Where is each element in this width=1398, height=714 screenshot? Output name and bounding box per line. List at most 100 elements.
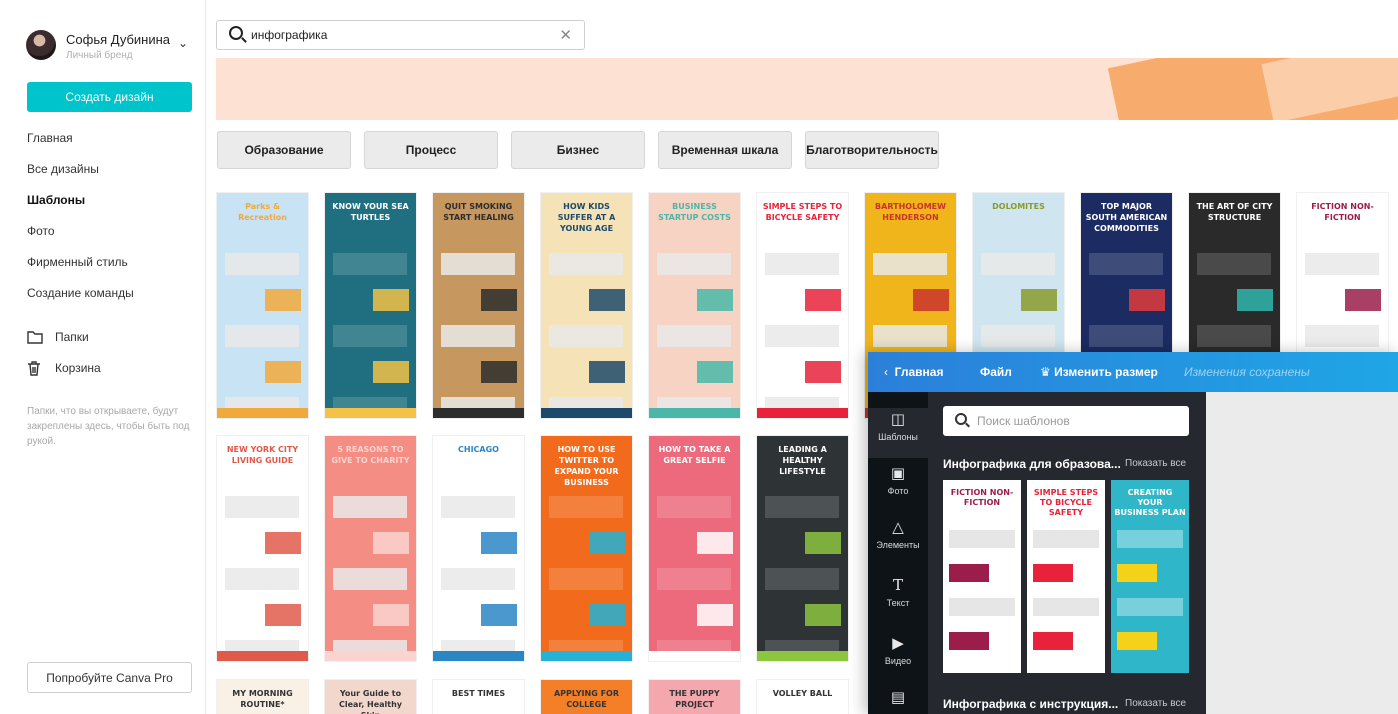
- template-card[interactable]: Parks & Recreation: [217, 193, 308, 418]
- template-search-input[interactable]: Поиск шаблонов: [943, 406, 1189, 436]
- chevron-down-icon[interactable]: ⌄: [178, 36, 188, 50]
- template-card-graphic: [913, 289, 949, 311]
- template-card-graphic: [697, 532, 733, 554]
- template-card[interactable]: 5 REASONS TO GIVE TO CHARITY: [325, 436, 416, 661]
- folder-icon: [27, 330, 45, 347]
- rail-more[interactable]: ▤: [868, 688, 928, 710]
- template-thumbnail-graphic: [1117, 564, 1157, 582]
- template-card-graphic: [373, 289, 409, 311]
- folders-list: Папки Корзина: [27, 330, 101, 392]
- template-card-title: HOW TO TAKE A GREAT SELFIE: [658, 445, 731, 465]
- sidebar-item-trash[interactable]: Корзина: [27, 361, 101, 392]
- template-card-footer: [541, 408, 632, 418]
- chip-timeline[interactable]: Временная шкала: [658, 131, 792, 169]
- template-card[interactable]: BUSINESS STARTUP COSTS: [649, 193, 740, 418]
- templates-icon: ◫: [890, 411, 906, 428]
- rail-text[interactable]: T Текст: [868, 576, 928, 608]
- editor-canvas[interactable]: [1206, 392, 1398, 714]
- template-card[interactable]: Your Guide to Clear, Healthy Skin: [325, 680, 416, 714]
- show-all-instructions-link[interactable]: Показать все: [1125, 698, 1186, 709]
- template-card[interactable]: THE PUPPY PROJECT: [649, 680, 740, 714]
- resize-button[interactable]: ♛ Изменить размер: [1040, 365, 1158, 379]
- template-card-graphic: [549, 568, 623, 590]
- sidebar-item-home[interactable]: Главная: [27, 128, 134, 159]
- section-title-instructions: Инфографика с инструкция...: [943, 697, 1119, 711]
- template-thumbnail-graphic: [1117, 530, 1183, 548]
- sidebar-item-brand-kit[interactable]: Фирменный стиль: [27, 252, 134, 283]
- template-card-graphic: [225, 253, 299, 275]
- template-thumbnail-graphic: [949, 632, 989, 650]
- template-card[interactable]: NEW YORK CITY LIVING GUIDE: [217, 436, 308, 661]
- search-icon: [955, 413, 967, 425]
- template-thumbnail[interactable]: FICTION NON-FICTION: [943, 480, 1021, 673]
- template-card[interactable]: HOW TO TAKE A GREAT SELFIE: [649, 436, 740, 661]
- section-title-education: Инфографика для образова...: [943, 457, 1121, 471]
- template-card-graphic: [1129, 289, 1165, 311]
- template-card[interactable]: HOW KIDS SUFFER AT A YOUNG AGE: [541, 193, 632, 418]
- rail-photos[interactable]: ▣ Фото: [868, 464, 928, 496]
- template-card-graphic: [589, 361, 625, 383]
- template-thumbnail[interactable]: CREATING YOUR BUSINESS PLAN: [1111, 480, 1189, 673]
- template-card[interactable]: APPLYING FOR COLLEGE: [541, 680, 632, 714]
- template-card[interactable]: VOLLEY BALL: [757, 680, 848, 714]
- template-card-graphic: [441, 253, 515, 275]
- category-chips: Образование Процесс Бизнес Временная шка…: [217, 131, 939, 169]
- template-card[interactable]: BEST TIMES: [433, 680, 524, 714]
- sidebar-item-templates[interactable]: Шаблоны: [27, 190, 134, 221]
- search-input[interactable]: инфографика ✕: [216, 20, 585, 50]
- back-home-label: Главная: [894, 365, 944, 379]
- create-design-button[interactable]: Создать дизайн: [27, 82, 192, 112]
- sidebar: Софья Дубинина Личный бренд ⌄ Создать ди…: [0, 0, 206, 714]
- template-card-graphic: [1089, 325, 1163, 347]
- rail-video[interactable]: ▶ Видео: [868, 634, 928, 666]
- editor-window: ‹ Главная Файл ♛ Изменить размер Изменен…: [868, 352, 1398, 714]
- chip-process[interactable]: Процесс: [364, 131, 498, 169]
- show-all-education-link[interactable]: Показать все: [1125, 458, 1186, 469]
- template-card[interactable]: LEADING A HEALTHY LIFESTYLE: [757, 436, 848, 661]
- rail-templates[interactable]: ◫ Шаблоны: [868, 408, 928, 458]
- template-card-title: DOLOMITES: [992, 202, 1045, 211]
- chip-education[interactable]: Образование: [217, 131, 351, 169]
- template-card-footer: [325, 651, 416, 661]
- template-card-footer: [541, 651, 632, 661]
- template-card[interactable]: HOW TO USE TWITTER TO EXPAND YOUR BUSINE…: [541, 436, 632, 661]
- save-status: Изменения сохранены: [1184, 365, 1310, 379]
- template-thumbnail-graphic: [1033, 598, 1099, 616]
- rail-elements[interactable]: △ Элементы: [868, 518, 928, 550]
- sidebar-item-folders[interactable]: Папки: [27, 330, 101, 361]
- template-card-graphic: [589, 532, 625, 554]
- template-card-graphic: [441, 568, 515, 590]
- template-thumbnail-graphic: [1117, 598, 1183, 616]
- template-card-graphic: [373, 361, 409, 383]
- chip-business[interactable]: Бизнес: [511, 131, 645, 169]
- template-card[interactable]: QUIT SMOKING START HEALING: [433, 193, 524, 418]
- back-home-button[interactable]: ‹ Главная: [884, 365, 943, 379]
- template-card-graphic: [981, 253, 1055, 275]
- template-card-graphic: [441, 496, 515, 518]
- template-card-title: CHICAGO: [458, 445, 499, 454]
- sidebar-item-all-designs[interactable]: Все дизайны: [27, 159, 134, 190]
- template-card[interactable]: SIMPLE STEPS TO BICYCLE SAFETY: [757, 193, 848, 418]
- template-card-graphic: [873, 253, 947, 275]
- template-card-title: APPLYING FOR COLLEGE: [553, 689, 619, 709]
- search-icon: [229, 26, 243, 40]
- try-canva-pro-button[interactable]: Попробуйте Canva Pro: [27, 662, 192, 693]
- template-card-graphic: [549, 253, 623, 275]
- template-card[interactable]: CHICAGO: [433, 436, 524, 661]
- sidebar-item-create-team[interactable]: Создание команды: [27, 283, 134, 314]
- template-card-graphic: [589, 289, 625, 311]
- file-menu[interactable]: Файл: [980, 365, 1012, 379]
- template-card-footer: [757, 651, 848, 661]
- sidebar-item-photos[interactable]: Фото: [27, 221, 134, 252]
- template-card-graphic: [225, 568, 299, 590]
- template-card-graphic: [981, 325, 1055, 347]
- template-card[interactable]: KNOW YOUR SEA TURTLES: [325, 193, 416, 418]
- close-icon[interactable]: ✕: [559, 26, 572, 44]
- template-card-graphic: [873, 325, 947, 347]
- template-card[interactable]: MY MORNING ROUTINE*: [217, 680, 308, 714]
- template-card-graphic: [657, 496, 731, 518]
- template-card-title: BUSINESS STARTUP COSTS: [658, 202, 731, 222]
- chip-charity[interactable]: Благотворительность: [805, 131, 939, 169]
- user-menu[interactable]: Софья Дубинина Личный бренд ⌄: [26, 28, 196, 68]
- template-thumbnail[interactable]: SIMPLE STEPS TO BICYCLE SAFETY: [1027, 480, 1105, 673]
